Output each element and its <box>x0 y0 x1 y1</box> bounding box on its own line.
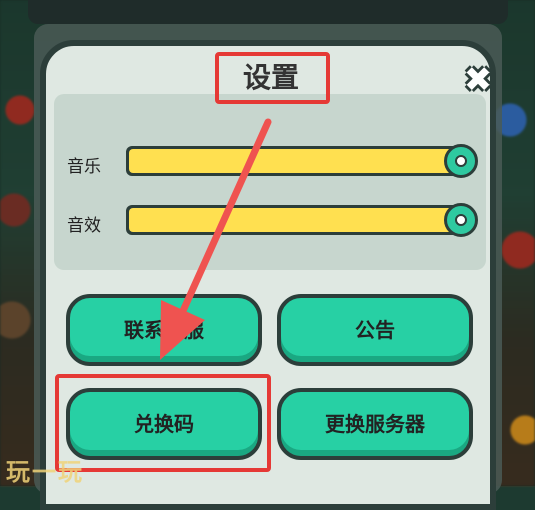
watermark-logo: 玩一玩 <box>6 458 84 486</box>
annotation-arrow <box>160 118 272 360</box>
